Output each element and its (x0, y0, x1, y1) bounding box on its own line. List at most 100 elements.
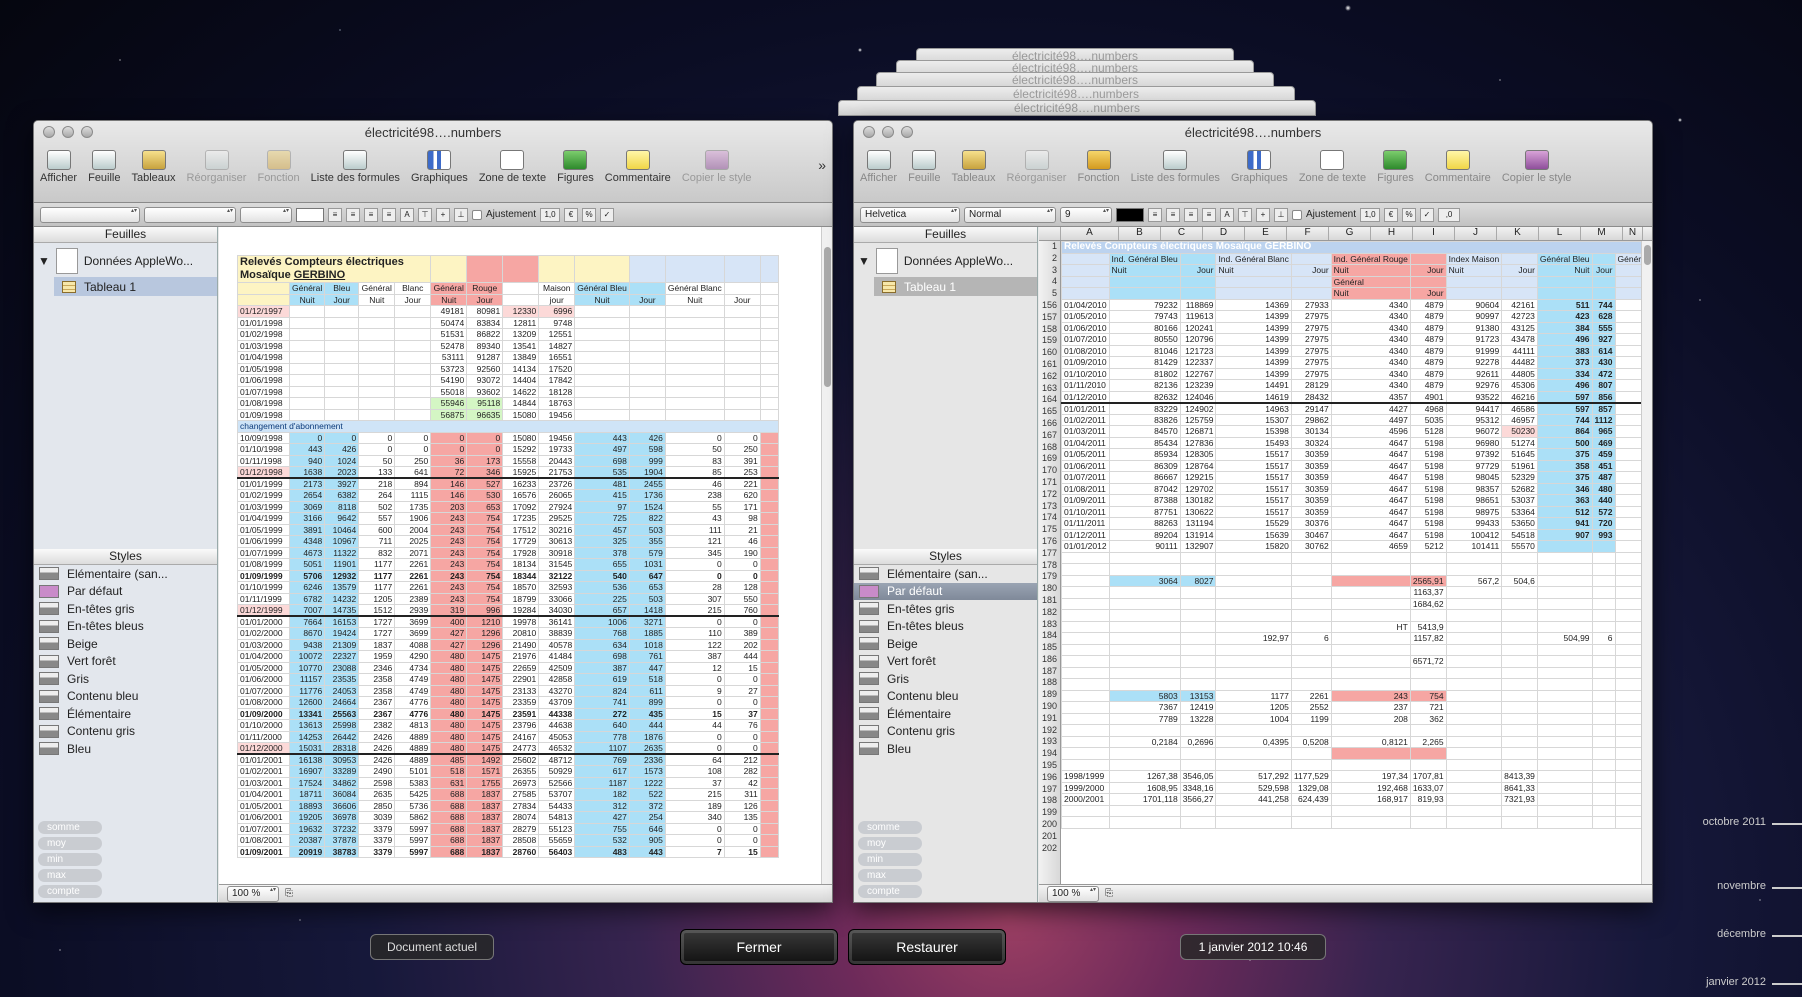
row-header[interactable]: 188 (1039, 677, 1060, 689)
cell[interactable]: 807 (1591, 379, 1616, 392)
cell[interactable]: 754 (466, 581, 504, 594)
cell[interactable]: 25563 (324, 707, 360, 720)
cell[interactable]: 19456 (538, 431, 576, 444)
cell[interactable] (759, 362, 779, 375)
row-header[interactable]: 163 (1039, 383, 1060, 395)
cell[interactable]: 2,265 (1409, 735, 1447, 748)
cell[interactable]: 1571 (466, 765, 504, 778)
cell[interactable]: 375 (1536, 471, 1593, 484)
cell[interactable]: 20919 (288, 845, 326, 858)
header-cell[interactable]: Général Bleu (1536, 252, 1593, 265)
cell[interactable]: 0 (723, 822, 761, 835)
cell[interactable] (759, 454, 779, 467)
cell[interactable] (628, 374, 666, 387)
cell[interactable]: 132907 (1179, 540, 1217, 553)
feuille-button[interactable]: Feuille (908, 150, 941, 184)
cell[interactable]: 2490 (358, 765, 396, 778)
table-row[interactable]: 23334 (1061, 724, 1652, 737)
cell[interactable]: 4340 (1330, 367, 1411, 380)
cell[interactable]: 15080 (502, 431, 540, 444)
cell[interactable]: 01/07/2000 (237, 684, 290, 697)
cell[interactable]: 311 (723, 788, 761, 801)
cell[interactable] (1061, 712, 1110, 725)
cell[interactable] (1409, 609, 1447, 622)
cell[interactable]: 4647 (1330, 505, 1411, 518)
cell[interactable]: 89204 (1108, 528, 1181, 541)
sheet-canvas[interactable]: Relevés Compteurs électriques Mosaïque GE… (219, 227, 832, 902)
cell[interactable]: 1837 (358, 638, 396, 651)
cell[interactable]: 443 (628, 845, 666, 858)
cell[interactable]: 754 (466, 512, 504, 525)
cell[interactable]: 56875 (430, 408, 468, 421)
cell[interactable]: 3166 (288, 512, 326, 525)
cell[interactable]: 218 (358, 477, 396, 490)
cell[interactable]: 28760 (502, 845, 540, 858)
header-cell[interactable]: Jour (1179, 264, 1217, 277)
cell[interactable]: 33289 (324, 765, 360, 778)
row-header[interactable]: 174 (1039, 512, 1060, 524)
cell[interactable]: 44638 (538, 719, 576, 732)
cell[interactable]: 0 (394, 443, 432, 456)
cell[interactable] (1108, 655, 1181, 668)
cell[interactable]: 1177 (358, 569, 396, 582)
cell[interactable]: 0 (664, 615, 725, 628)
cell[interactable]: 98651 (1445, 494, 1503, 507)
cell[interactable]: 480 (430, 684, 468, 697)
cell[interactable]: 30762 (1290, 540, 1332, 553)
cell[interactable]: 18799 (502, 592, 540, 605)
cell[interactable] (1061, 758, 1110, 771)
cell[interactable] (1591, 816, 1616, 829)
cell[interactable]: 2382 (358, 719, 396, 732)
align-top-button[interactable]: ⊤ (418, 207, 432, 222)
cell[interactable] (358, 397, 396, 410)
cell[interactable]: 87388 (1108, 494, 1181, 507)
cell[interactable] (1330, 678, 1411, 691)
table-row[interactable]: 73671241912052552237721882114 (1061, 701, 1652, 714)
cell[interactable]: 597 (1536, 390, 1593, 403)
cell[interactable]: 01/01/1999 (237, 477, 290, 490)
cell[interactable]: 13541 (502, 339, 540, 352)
cell[interactable]: 4647 (1330, 482, 1411, 495)
cell[interactable]: 55659 (538, 834, 576, 847)
table-row[interactable]: 01/10/1999 6246 13579 1177 2261 243 754 18570 32… (237, 581, 779, 594)
header-cell[interactable]: jour (538, 293, 576, 306)
cell[interactable] (1536, 735, 1593, 748)
cell[interactable] (1108, 609, 1181, 622)
cell[interactable]: 5997 (394, 845, 432, 858)
cell[interactable]: 43 (664, 512, 725, 525)
cell[interactable]: 91380 (1445, 321, 1503, 334)
cell[interactable] (1108, 586, 1181, 599)
cell[interactable]: 346 (1536, 482, 1593, 495)
cell[interactable]: 127836 (1179, 436, 1217, 449)
cell[interactable]: 907 (1536, 528, 1593, 541)
row-header[interactable]: 162 (1039, 371, 1060, 383)
cell[interactable] (759, 305, 779, 318)
cell[interactable]: 4647 (1330, 448, 1411, 461)
cell[interactable] (358, 351, 396, 364)
cell[interactable]: 28074 (502, 811, 540, 824)
cell[interactable]: 01/12/2010 (1061, 390, 1110, 403)
cell[interactable]: 01/01/2012 (1061, 540, 1110, 553)
reorganiser-button[interactable]: Réorganiser (1007, 150, 1066, 184)
cell[interactable] (664, 316, 725, 329)
table-row[interactable]: 01/05/2000 10770 23088 2346 4734 480 1475 22659… (237, 661, 779, 674)
table-row[interactable]: HT5413,98060,73 (1061, 620, 1652, 633)
header-cell[interactable]: Nuit (1445, 264, 1503, 277)
ajustement-checkbox[interactable] (472, 209, 482, 220)
row-header[interactable]: 166 (1039, 418, 1060, 430)
cell[interactable] (759, 615, 779, 628)
cell[interactable] (394, 362, 432, 375)
cell[interactable]: 123239 (1179, 379, 1217, 392)
cell[interactable]: 01/05/2010 (1061, 310, 1110, 323)
cell[interactable]: 1177 (358, 581, 396, 594)
cell[interactable]: 1959 (358, 650, 396, 663)
cell[interactable]: 01/02/2000 (237, 627, 290, 640)
cell[interactable]: 355 (628, 535, 666, 548)
cell[interactable]: 0 (430, 431, 468, 444)
cell[interactable] (759, 397, 779, 410)
cell[interactable]: 579 (628, 546, 666, 559)
cell[interactable] (628, 316, 666, 329)
cell[interactable]: 1418 (628, 604, 666, 617)
cell[interactable] (1061, 574, 1110, 587)
cell[interactable] (1215, 551, 1292, 564)
